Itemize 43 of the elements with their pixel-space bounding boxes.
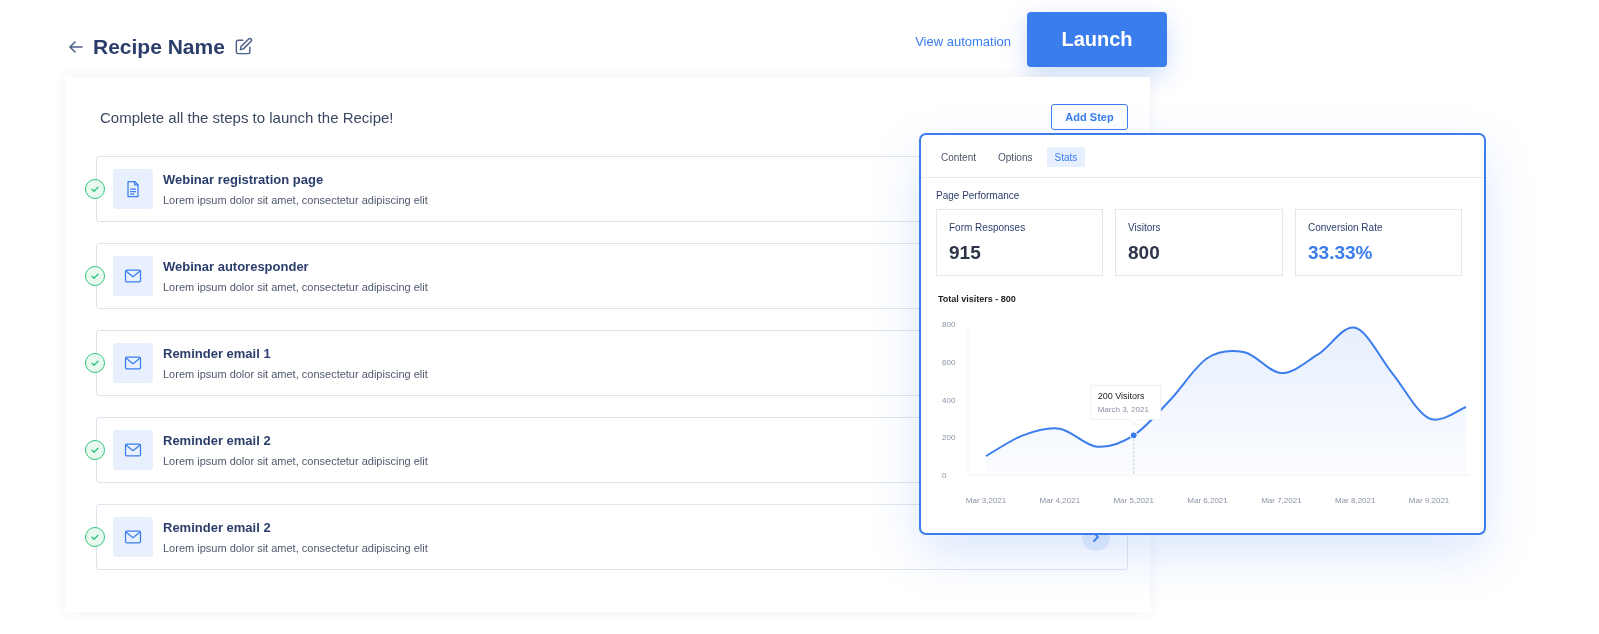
page-title: Recipe Name	[93, 34, 225, 59]
chart-title: Total visiters - 800	[938, 294, 1017, 304]
metric-label: Form Responses	[949, 222, 1027, 233]
step-title: Webinar autoresponder	[163, 259, 310, 274]
edit-icon[interactable]	[233, 37, 253, 56]
step-description: Lorem ipsum dolor sit amet, consectetur adipiscing elit	[163, 194, 428, 206]
metric-value: 33.33%	[1308, 242, 1374, 264]
step-description: Lorem ipsum dolor sit amet, consectetur adipiscing elit	[163, 281, 428, 293]
step-title: Webinar registration page	[163, 172, 325, 187]
data-point	[1129, 431, 1138, 440]
axis-label: Mar 8,2021	[1335, 496, 1376, 505]
axis-label: 200	[942, 433, 956, 443]
tooltip-background	[1090, 384, 1162, 426]
axis-label: 600	[942, 357, 956, 367]
guide-line	[1133, 438, 1135, 476]
section-title: Page Performance	[936, 190, 1021, 201]
step-description: Lorem ipsum dolor sit amet, consectetur adipiscing elit	[163, 542, 428, 554]
step-description: Lorem ipsum dolor sit amet, consectetur adipiscing elit	[163, 368, 428, 380]
panel-tab[interactable]: Stats	[1046, 147, 1086, 167]
steps-heading: Complete all the steps to launch the Recipe!	[100, 108, 394, 126]
step-title: Reminder email 2	[163, 520, 272, 535]
axis-label: Mar 5,2021	[1113, 496, 1154, 505]
back-arrow-icon[interactable]	[68, 38, 84, 55]
axis-label: Mar 9,2021	[1408, 496, 1450, 505]
axis-label: 0	[942, 471, 947, 480]
step-title: Reminder email 2	[163, 433, 272, 448]
launch-button[interactable]: Launch	[1027, 12, 1167, 67]
step-description: Lorem ipsum dolor sit amet, consectetur adipiscing elit	[163, 455, 428, 467]
axis-label: 400	[942, 395, 956, 405]
metric-value: 800	[1128, 242, 1161, 264]
axis-label: Mar 6,2021	[1187, 496, 1228, 505]
step-card[interactable]: Reminder email 2 Lorem ipsum dolor sit amet, consectetur adipiscing elit	[96, 504, 1128, 570]
axis-label: Mar 7,2021	[1261, 496, 1302, 505]
metric-label: Visitors	[1128, 222, 1162, 233]
axis-label: Mar 4,2021	[1039, 496, 1081, 505]
step-title: Reminder email 1	[163, 346, 272, 361]
view-automation-link[interactable]: View automation	[915, 34, 1011, 49]
axis-label: 800	[942, 320, 956, 329]
metric-label: Conversion Rate	[1308, 222, 1384, 233]
tooltip-date: March 3, 2021	[1097, 405, 1149, 415]
axis-label: Mar 3,2021	[965, 496, 1007, 505]
add-step-button[interactable]: Add Step	[1051, 104, 1128, 130]
metric-value: 915	[949, 242, 982, 264]
